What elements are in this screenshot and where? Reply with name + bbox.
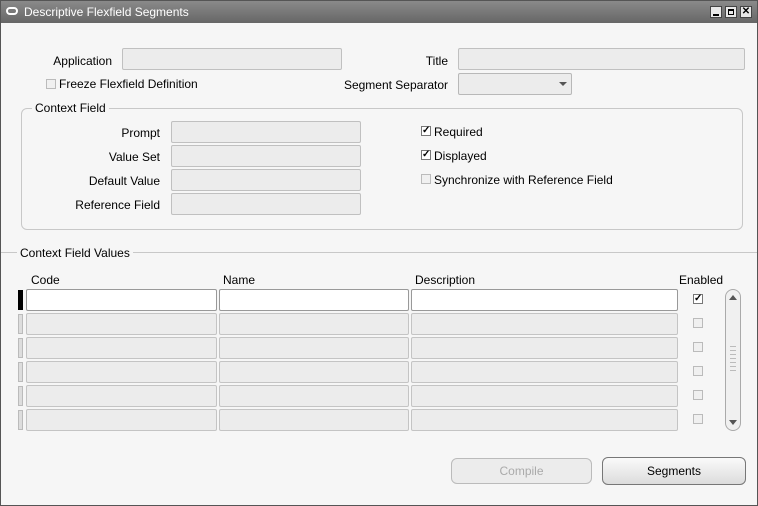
row-indicator[interactable]: [18, 314, 23, 334]
vertical-scrollbar[interactable]: [725, 289, 741, 431]
code-cell[interactable]: [26, 313, 217, 335]
synchronize-checkbox[interactable]: [421, 174, 431, 184]
code-cell[interactable]: [26, 361, 217, 383]
default-value-field[interactable]: [171, 169, 361, 191]
name-cell[interactable]: [219, 409, 409, 431]
checkmark-icon: ✓: [422, 125, 431, 136]
description-cell[interactable]: [411, 361, 678, 383]
scroll-grip[interactable]: [730, 346, 736, 374]
minimize-icon[interactable]: [710, 6, 722, 18]
segment-separator-label: Segment Separator: [343, 78, 448, 92]
name-cell[interactable]: [219, 313, 409, 335]
freeze-definition-checkbox[interactable]: [46, 79, 56, 89]
segment-separator-select[interactable]: [458, 73, 572, 95]
context-field-group-title: Context Field: [32, 101, 109, 115]
prompt-field[interactable]: [171, 121, 361, 143]
reference-field-field[interactable]: [171, 193, 361, 215]
default-value-label: Default Value: [88, 174, 160, 188]
displayed-checkbox[interactable]: ✓: [421, 150, 431, 160]
description-cell[interactable]: [411, 385, 678, 407]
reference-field-label: Reference Field: [75, 198, 160, 212]
name-cell[interactable]: [219, 289, 409, 311]
scroll-down-icon[interactable]: [729, 420, 737, 425]
row-indicator[interactable]: [18, 410, 23, 430]
required-checkbox[interactable]: ✓: [421, 126, 431, 136]
window-icon[interactable]: [6, 7, 18, 15]
description-cell[interactable]: [411, 409, 678, 431]
enabled-checkbox[interactable]: [693, 390, 703, 400]
value-set-label: Value Set: [108, 150, 160, 164]
description-cell[interactable]: [411, 289, 678, 311]
application-field[interactable]: [122, 48, 342, 70]
row-indicator[interactable]: [18, 338, 23, 358]
chevron-down-icon: [559, 82, 567, 86]
description-cell[interactable]: [411, 313, 678, 335]
title-label: Title: [425, 54, 448, 68]
row-indicator[interactable]: [18, 386, 23, 406]
required-label: Required: [434, 125, 483, 139]
enabled-checkbox[interactable]: [693, 318, 703, 328]
description-cell[interactable]: [411, 337, 678, 359]
enabled-column-header: Enabled: [679, 273, 724, 287]
displayed-label: Displayed: [434, 149, 487, 163]
name-cell[interactable]: [219, 337, 409, 359]
value-set-field[interactable]: [171, 145, 361, 167]
code-cell[interactable]: [26, 385, 217, 407]
checkmark-icon: ✓: [694, 293, 703, 304]
scroll-up-icon[interactable]: [729, 295, 737, 300]
context-values-title: Context Field Values: [17, 246, 133, 260]
description-column-header: Description: [415, 273, 476, 287]
title-field[interactable]: [458, 48, 745, 70]
enabled-checkbox[interactable]: [693, 366, 703, 376]
name-column-header: Name: [223, 273, 256, 287]
flexfield-window: Descriptive Flexfield Segments ✕ Applica…: [0, 0, 758, 506]
enabled-checkbox[interactable]: [693, 414, 703, 424]
code-cell[interactable]: [26, 409, 217, 431]
name-cell[interactable]: [219, 361, 409, 383]
enabled-checkbox[interactable]: [693, 342, 703, 352]
maximize-icon[interactable]: [725, 6, 737, 18]
code-column-header: Code: [31, 273, 60, 287]
enabled-checkbox[interactable]: ✓: [693, 294, 703, 304]
compile-button[interactable]: Compile: [451, 458, 592, 484]
checkmark-icon: ✓: [422, 149, 431, 160]
segments-button[interactable]: Segments: [602, 457, 746, 485]
title-bar[interactable]: Descriptive Flexfield Segments ✕: [1, 1, 757, 23]
row-indicator[interactable]: [18, 362, 23, 382]
synchronize-label: Synchronize with Reference Field: [434, 173, 613, 187]
prompt-label: Prompt: [121, 126, 160, 140]
application-label: Application: [53, 54, 112, 68]
close-icon[interactable]: ✕: [740, 6, 752, 18]
name-cell[interactable]: [219, 385, 409, 407]
row-indicator[interactable]: [18, 290, 23, 310]
code-cell[interactable]: [26, 289, 217, 311]
code-cell[interactable]: [26, 337, 217, 359]
freeze-definition-label: Freeze Flexfield Definition: [59, 77, 198, 91]
window-title: Descriptive Flexfield Segments: [24, 5, 189, 19]
